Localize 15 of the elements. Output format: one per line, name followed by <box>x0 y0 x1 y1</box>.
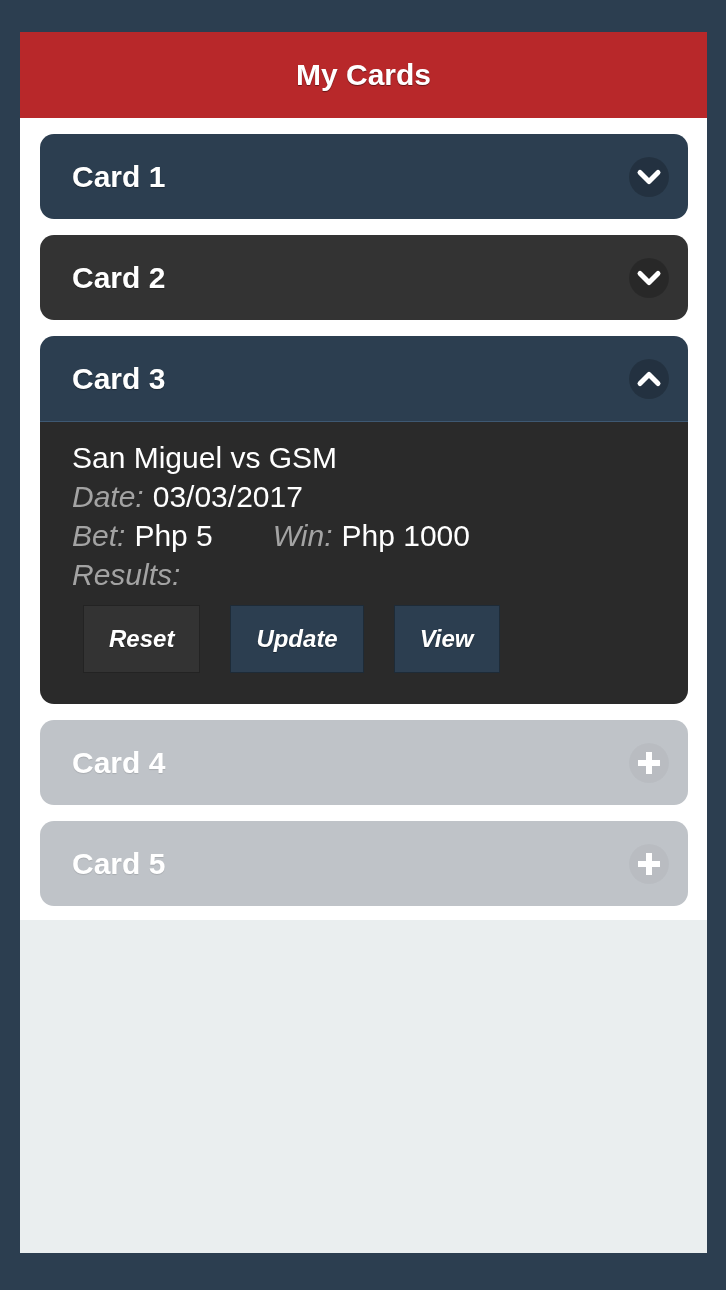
field-value: 03/03/2017 <box>152 479 303 515</box>
card-header[interactable]: Card 3 <box>40 336 688 422</box>
card-header[interactable]: Card 2 <box>40 235 688 320</box>
field-label: Results: <box>72 557 181 593</box>
field-value: Php 5 <box>134 518 213 554</box>
action-button[interactable]: View <box>393 605 500 673</box>
match-title: San Miguel vs GSM <box>72 440 339 476</box>
card-header[interactable]: Card 1 <box>40 134 688 219</box>
action-button[interactable]: Update <box>230 605 364 673</box>
field-label: Bet: <box>72 518 126 554</box>
field-label: Win: <box>272 518 333 554</box>
header-title: My Cards <box>295 57 431 93</box>
field-value: Php 1000 <box>341 518 470 554</box>
field-label: Date: <box>72 479 144 515</box>
action-button[interactable]: Reset <box>83 605 201 673</box>
